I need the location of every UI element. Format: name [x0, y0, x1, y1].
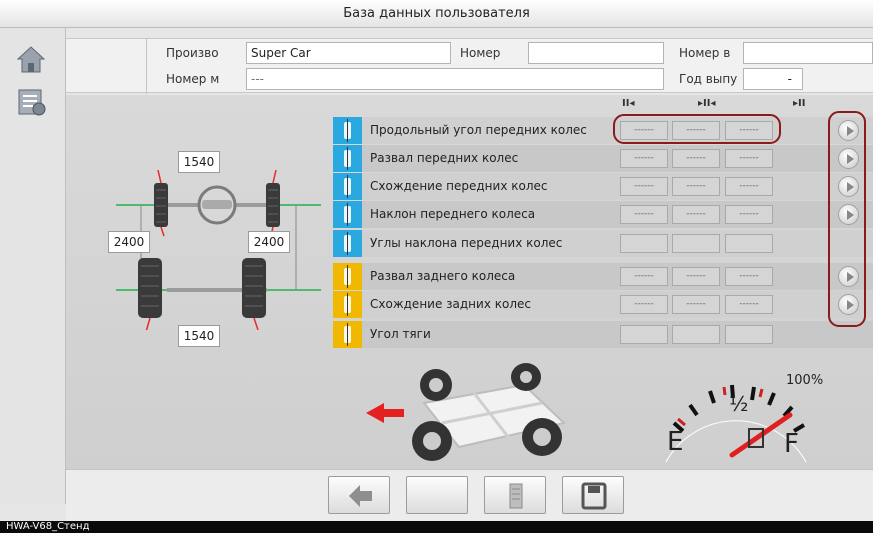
left-sidebar: [0, 28, 66, 504]
print-button[interactable]: [484, 476, 546, 514]
vehicle-info-header: Произво Super Car Номер Номер в Номер м …: [66, 38, 873, 94]
alignment-row[interactable]: Развал передних колес ------ ------ ------: [333, 145, 873, 172]
alignment-value-cell: ------: [620, 267, 668, 286]
column-header-total: ▸II◂: [698, 98, 716, 109]
alignment-row-label: Схождение передних колес: [370, 179, 548, 193]
alignment-row-label: Углы наклона передних колес: [370, 236, 563, 250]
alignment-row-label: Наклон переднего колеса: [370, 207, 536, 221]
alignment-value-cell: [620, 325, 668, 344]
alignment-row[interactable]: Продольный угол передних колес ------ ----…: [333, 117, 873, 144]
alignment-row[interactable]: Угол тяги: [333, 321, 873, 348]
model-field[interactable]: ---: [246, 68, 664, 90]
alignment-value-cell: ------: [672, 149, 720, 168]
wheelbase-right-value: 2400: [248, 231, 290, 253]
alignment-value-cell: ------: [725, 177, 773, 196]
vehicle-database-icon[interactable]: [14, 84, 48, 118]
column-header-left: II◂: [622, 98, 635, 109]
caster-icon: [333, 117, 362, 144]
status-bar: HWA-V68_Стенд: [0, 521, 873, 533]
alignment-value-cell: ------: [620, 205, 668, 224]
footer-toolbar: [66, 469, 873, 521]
manufacturer-field[interactable]: Super Car: [246, 42, 451, 64]
alignment-row-label: Продольный угол передних колес: [370, 123, 587, 137]
alignment-value-cell: [672, 234, 720, 253]
manufacturer-label: Произво: [166, 46, 219, 60]
alignment-value-cell: ------: [620, 149, 668, 168]
front-toe-icon: [333, 173, 362, 200]
alignment-value-cell: ------: [672, 177, 720, 196]
alignment-value-cell: ------: [672, 267, 720, 286]
gauge-percent-label: 100%: [786, 373, 824, 388]
window-title: База данных пользователя: [0, 0, 873, 28]
number-label: Номер: [460, 46, 501, 60]
wheelbase-left-value: 2400: [108, 231, 150, 253]
alignment-row[interactable]: Схождение задних колес ------ ------ ------: [333, 291, 873, 318]
model-label: Номер м: [166, 72, 220, 86]
alignment-row[interactable]: Углы наклона передних колес: [333, 230, 873, 257]
alignment-row[interactable]: Наклон переднего колеса ------ ------ -----…: [333, 201, 873, 228]
save-icon: [581, 482, 607, 510]
alignment-value-cell: ------: [620, 177, 668, 196]
alignment-value-cell: ------: [672, 295, 720, 314]
front-track-value: 1540: [178, 151, 220, 173]
year-select[interactable]: -: [743, 68, 803, 90]
chassis-illustration: [366, 363, 567, 461]
alignment-value-cell: ------: [725, 295, 773, 314]
alignment-row-label: Развал передних колес: [370, 151, 519, 165]
alignment-value-cell: [672, 325, 720, 344]
back-button[interactable]: [328, 476, 390, 514]
alignment-value-cell: [725, 234, 773, 253]
rear-camber-icon: [333, 263, 362, 290]
alignment-row-label: Угол тяги: [370, 327, 431, 341]
alignment-value-cell: ------: [725, 149, 773, 168]
alignment-value-cell: ------: [725, 267, 773, 286]
alignment-row-label: Развал заднего колеса: [370, 269, 516, 283]
number-b-field[interactable]: [743, 42, 873, 64]
number-field[interactable]: [528, 42, 664, 64]
alignment-row[interactable]: Развал заднего колеса ------ ------ ------: [333, 263, 873, 290]
home-icon[interactable]: [14, 42, 48, 76]
column-header-right: ▸II: [793, 98, 806, 109]
rear-track-value: 1540: [178, 325, 220, 347]
blank-button[interactable]: [406, 476, 468, 514]
front-camber-icon: [333, 145, 362, 172]
gauge-half-label: ½: [729, 392, 749, 416]
number-b-label: Номер в: [679, 46, 731, 60]
alignment-value-cell: ------: [620, 295, 668, 314]
alignment-value-cell: ------: [725, 205, 773, 224]
alignment-row[interactable]: Схождение передних колес ------ ------ ----…: [333, 173, 873, 200]
thrust-angle-icon: [333, 321, 362, 348]
highlight-oval-play-buttons: [828, 111, 866, 327]
year-label: Год выпу: [679, 72, 738, 86]
gauge-empty-label: E: [667, 427, 684, 457]
gauge-full-label: F: [784, 429, 799, 459]
save-button[interactable]: [562, 476, 624, 514]
alignment-value-cell: [725, 325, 773, 344]
highlight-oval-caster: [613, 114, 781, 144]
alignment-row-label: Схождение задних колес: [370, 297, 531, 311]
included-angle-icon: [333, 230, 362, 257]
printer-icon: [509, 483, 523, 509]
back-arrow-icon: [349, 485, 372, 507]
alignment-value-cell: [620, 234, 668, 253]
rear-toe-icon: [333, 291, 362, 318]
alignment-value-cell: ------: [672, 205, 720, 224]
sai-icon: [333, 201, 362, 228]
